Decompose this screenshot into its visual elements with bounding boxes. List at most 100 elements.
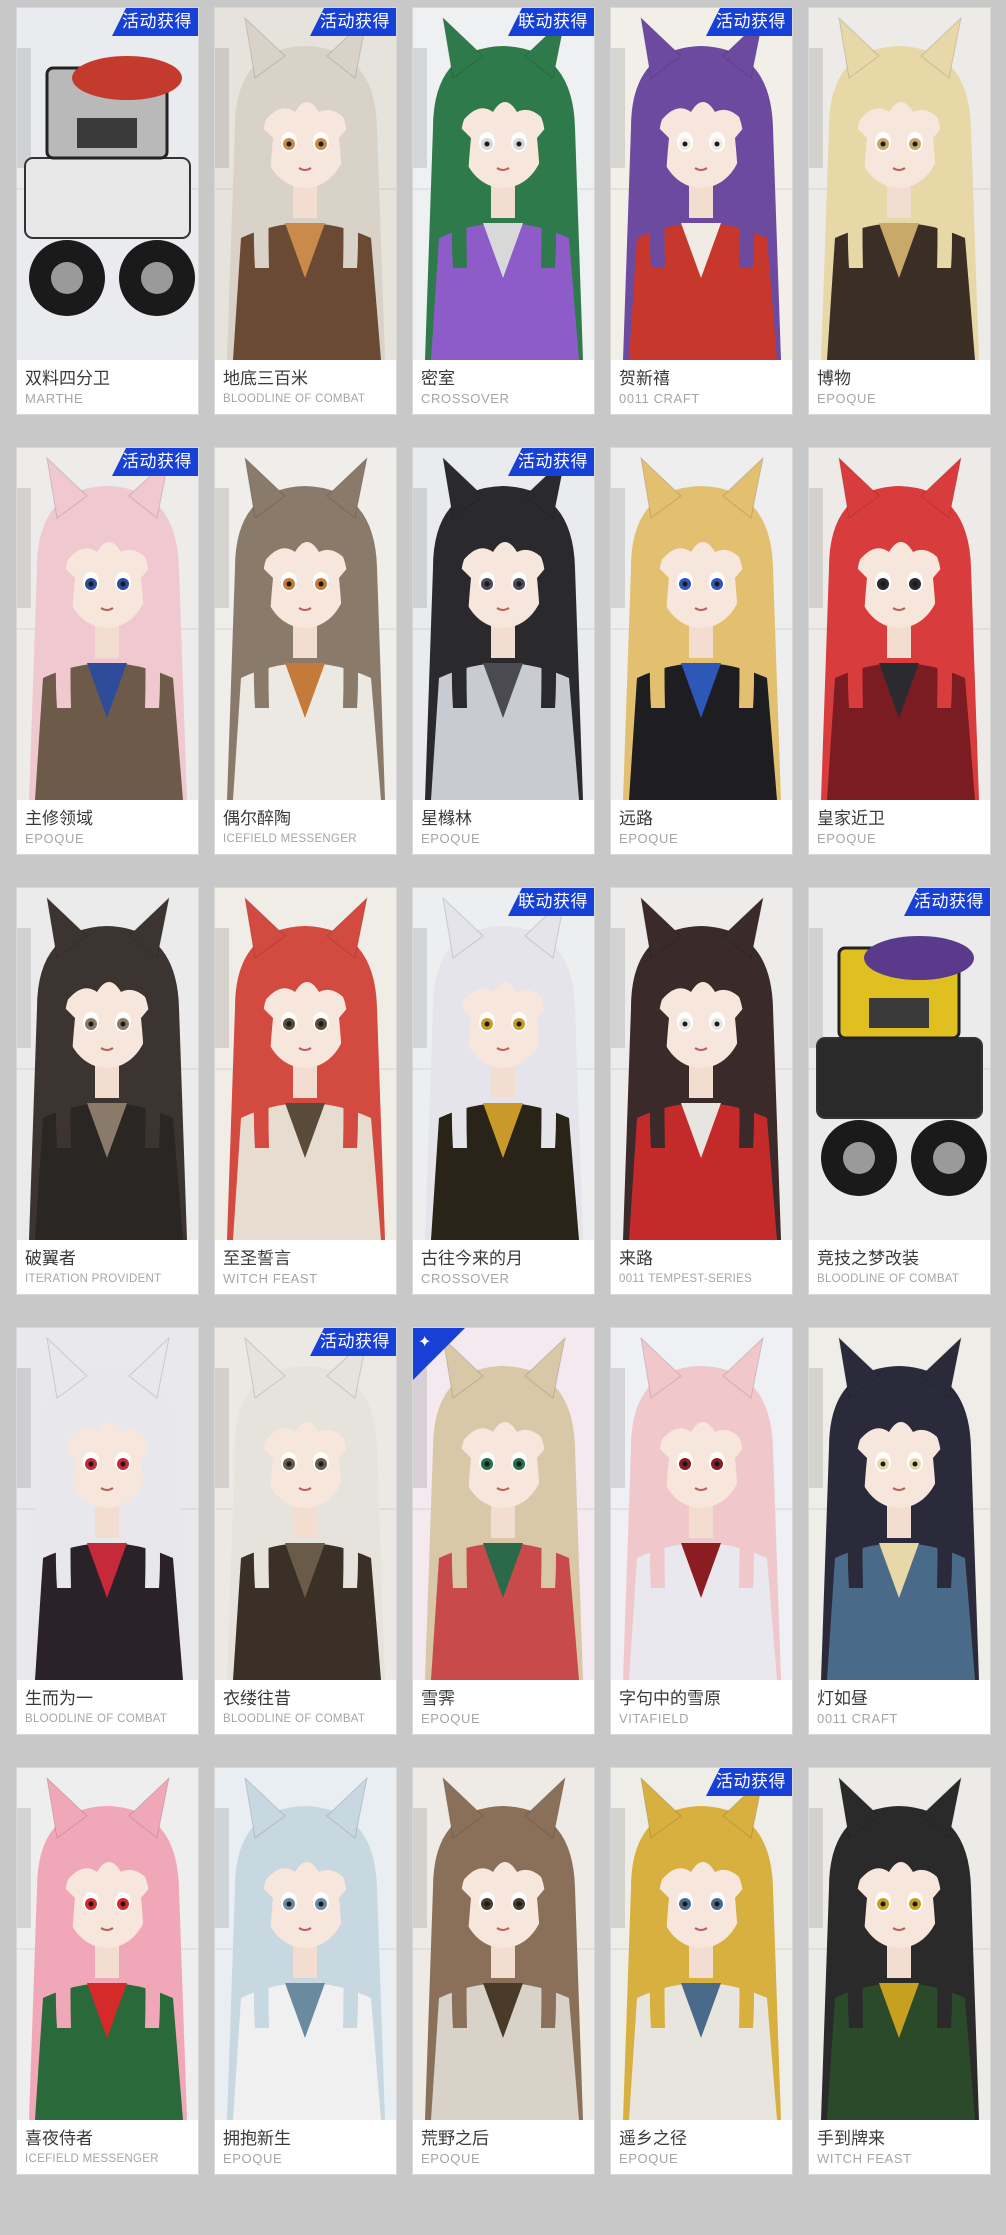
skin-card[interactable]: 拥抱新生 EPOQUE [215, 1768, 396, 2174]
skin-series: BLOODLINE OF COMBAT [223, 1713, 366, 1725]
skin-card[interactable]: 活动获得 主修领域 EPOQUE [17, 448, 198, 854]
skin-card[interactable]: 灯如昼 0011 CRAFT [809, 1328, 990, 1734]
skin-artwork [17, 888, 198, 1240]
background-stripe [611, 488, 625, 608]
mech-panel [869, 998, 929, 1028]
skin-card[interactable]: 生而为一 BLOODLINE OF COMBAT [17, 1328, 198, 1734]
background-stripe [611, 48, 625, 168]
skin-caption: 拥抱新生 EPOQUE [223, 2128, 392, 2168]
skin-card[interactable]: 联动获得 古往今来的月 CROSSOVER [413, 888, 594, 1294]
mech-hub [141, 262, 173, 294]
skin-card[interactable]: ✦ 雪霁 EPOQUE [413, 1328, 594, 1734]
skin-artwork-mech [809, 888, 990, 1240]
skin-card[interactable]: 喜夜侍者 ICEFIELD MESSENGER [17, 1768, 198, 2174]
pupil-left [682, 581, 688, 587]
background-stripe [611, 1808, 625, 1928]
pupil-left [484, 1021, 490, 1027]
skin-caption: 主修领域 EPOQUE [25, 808, 194, 848]
skin-artwork [413, 448, 594, 800]
skin-caption: 密室 CROSSOVER [421, 368, 590, 408]
pupil-left [88, 1901, 94, 1907]
skin-caption: 字句中的雪原 VITAFIELD [619, 1688, 788, 1728]
mech-panel [77, 118, 137, 148]
skin-artwork [413, 1768, 594, 2120]
background-stripe [413, 48, 427, 168]
pupil-right [516, 1901, 522, 1907]
skin-card[interactable]: 来路 0011 TEMPEST-SERIES [611, 888, 792, 1294]
skin-name: 遥乡之径 [619, 2129, 687, 2149]
pupil-right [318, 1901, 324, 1907]
skin-artwork [413, 8, 594, 360]
skin-name: 星橼林 [421, 809, 472, 829]
skin-caption: 灯如昼 0011 CRAFT [817, 1688, 986, 1728]
pupil-left [484, 581, 490, 587]
skin-name: 手到牌来 [817, 2129, 885, 2149]
background-stripe [17, 48, 31, 168]
pupil-left [286, 1461, 292, 1467]
pupil-right [120, 1021, 126, 1027]
skin-card[interactable]: 活动获得 双料四分卫 MARTHE [17, 8, 198, 414]
skin-name: 远路 [619, 809, 653, 829]
skin-card[interactable]: 远路 EPOQUE [611, 448, 792, 854]
pupil-right [120, 581, 126, 587]
skin-card[interactable]: 偶尔醉陶 ICEFIELD MESSENGER [215, 448, 396, 854]
skin-artwork [611, 8, 792, 360]
skin-card[interactable]: 博物 EPOQUE [809, 8, 990, 414]
background-stripe [611, 928, 625, 1048]
pupil-right [912, 1461, 918, 1467]
pupil-left [88, 1461, 94, 1467]
acquisition-badge: 联动获得 [508, 888, 594, 916]
skin-card[interactable]: 荒野之后 EPOQUE [413, 1768, 594, 2174]
flag-star-icon: ✦ [418, 1334, 432, 1351]
skin-name: 衣缕往昔 [223, 1689, 291, 1709]
pupil-left [484, 1901, 490, 1907]
skin-caption: 皇家近卫 EPOQUE [817, 808, 986, 848]
skin-artwork [809, 1328, 990, 1680]
mech-part [864, 936, 974, 980]
skin-card[interactable]: 手到牌来 WITCH FEAST [809, 1768, 990, 2174]
pupil-right [912, 1901, 918, 1907]
skin-series: WITCH FEAST [817, 2151, 912, 2166]
skin-card[interactable]: 活动获得 地底三百米 BLOODLINE OF COMBAT [215, 8, 396, 414]
skin-artwork [611, 1768, 792, 2120]
skin-series: EPOQUE [619, 2151, 679, 2166]
pupil-right [714, 1901, 720, 1907]
skin-card[interactable]: 至圣誓言 WITCH FEAST [215, 888, 396, 1294]
skin-caption: 远路 EPOQUE [619, 808, 788, 848]
skin-series: BLOODLINE OF COMBAT [223, 393, 366, 405]
skin-artwork [215, 8, 396, 360]
skin-card[interactable]: 活动获得 遥乡之径 EPOQUE [611, 1768, 792, 2174]
skin-series: EPOQUE [421, 2151, 481, 2166]
skin-caption: 衣缕往昔 BLOODLINE OF COMBAT [223, 1688, 392, 1728]
skin-name: 至圣誓言 [223, 1249, 291, 1269]
skin-card[interactable]: 联动获得 密室 CROSSOVER [413, 8, 594, 414]
pupil-left [286, 1021, 292, 1027]
skin-caption: 破翼者 ITERATION PROVIDENT [25, 1248, 194, 1288]
skin-card[interactable]: 皇家近卫 EPOQUE [809, 448, 990, 854]
skin-name: 荒野之后 [421, 2129, 489, 2149]
pupil-right [912, 581, 918, 587]
skin-card[interactable]: 活动获得 竞技之梦改装 BLOODLINE OF COMBAT [809, 888, 990, 1294]
skin-artwork [611, 1328, 792, 1680]
mech-body [816, 1037, 983, 1119]
skin-caption: 遥乡之径 EPOQUE [619, 2128, 788, 2168]
skin-card[interactable]: 活动获得 星橼林 EPOQUE [413, 448, 594, 854]
pupil-right [318, 581, 324, 587]
skin-artwork [809, 448, 990, 800]
skin-name: 密室 [421, 369, 455, 389]
background-stripe [809, 488, 823, 608]
skin-series: EPOQUE [421, 831, 481, 846]
skin-caption: 双料四分卫 MARTHE [25, 368, 194, 408]
skin-card[interactable]: 活动获得 衣缕往昔 BLOODLINE OF COMBAT [215, 1328, 396, 1734]
skin-artwork [215, 448, 396, 800]
skin-card[interactable]: 字句中的雪原 VITAFIELD [611, 1328, 792, 1734]
skin-artwork [611, 888, 792, 1240]
pupil-left [88, 1021, 94, 1027]
pupil-left [484, 1461, 490, 1467]
skin-artwork [215, 1328, 396, 1680]
pupil-right [516, 1021, 522, 1027]
background-stripe [215, 1368, 229, 1488]
skin-card[interactable]: 活动获得 贺新禧 0011 CRAFT [611, 8, 792, 414]
skin-caption: 贺新禧 0011 CRAFT [619, 368, 788, 408]
skin-card[interactable]: 破翼者 ITERATION PROVIDENT [17, 888, 198, 1294]
